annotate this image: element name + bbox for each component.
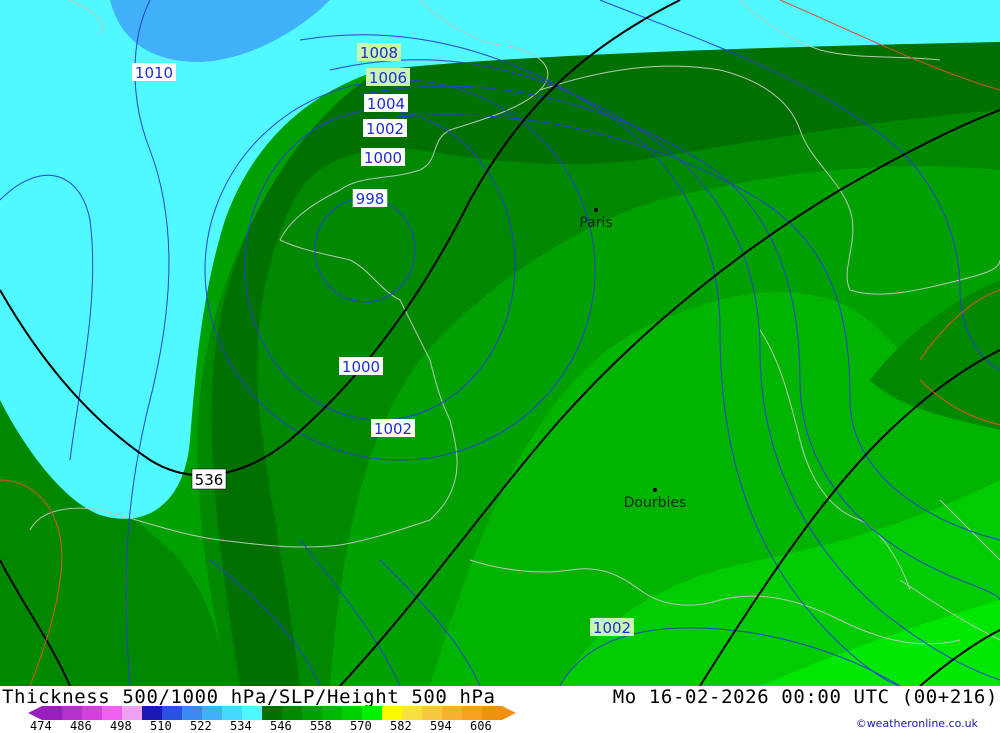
isobar-label-text: 1010 bbox=[135, 64, 173, 82]
legend-tick-label: 498 bbox=[110, 719, 132, 733]
legend-swatch bbox=[182, 706, 202, 720]
legend-swatch bbox=[442, 706, 462, 720]
credit-link[interactable]: ©weatheronline.co.uk bbox=[856, 717, 978, 730]
legend-tick-label: 582 bbox=[390, 719, 412, 733]
legend-swatch bbox=[342, 706, 362, 720]
legend-swatch bbox=[462, 706, 482, 720]
legend-swatch bbox=[82, 706, 102, 720]
legend-tick-label: 594 bbox=[430, 719, 452, 733]
legend-tick-label: 510 bbox=[150, 719, 172, 733]
color-legend bbox=[28, 706, 516, 720]
thickness-map: 101010081006100410021000998100010021002 … bbox=[0, 0, 1000, 686]
isobar-label: 1000 bbox=[339, 357, 383, 376]
legend-swatch bbox=[42, 706, 62, 720]
city-label: Paris bbox=[579, 215, 612, 231]
isobar-label-text: 998 bbox=[356, 190, 385, 208]
legend-swatch bbox=[382, 706, 402, 720]
legend-tick-label: 534 bbox=[230, 719, 252, 733]
height-label: 536 bbox=[191, 468, 227, 490]
legend-swatch bbox=[322, 706, 342, 720]
isobar-label: 1008 bbox=[357, 43, 401, 62]
legend-swatch bbox=[362, 706, 382, 720]
height-label-text: 536 bbox=[195, 471, 224, 489]
legend-swatch bbox=[242, 706, 262, 720]
legend-arrow-left-icon bbox=[28, 706, 42, 720]
isobar-label: 1000 bbox=[361, 148, 405, 167]
isobar-label-text: 1006 bbox=[369, 69, 407, 87]
legend-tick-label: 606 bbox=[470, 719, 492, 733]
legend-swatch bbox=[122, 706, 142, 720]
isobar-label-text: 1002 bbox=[374, 420, 412, 438]
isobar-label-text: 1000 bbox=[364, 149, 402, 167]
map-title: Thickness 500/1000 hPa/SLP/Height 500 hP… bbox=[2, 686, 496, 708]
map-footer: Thickness 500/1000 hPa/SLP/Height 500 hP… bbox=[0, 686, 1000, 733]
legend-swatch bbox=[422, 706, 442, 720]
legend-arrow-right-icon bbox=[502, 706, 516, 720]
legend-swatch bbox=[162, 706, 182, 720]
legend-tick-label: 570 bbox=[350, 719, 372, 733]
legend-tick-label: 558 bbox=[310, 719, 332, 733]
legend-swatch bbox=[222, 706, 242, 720]
legend-tick-label: 546 bbox=[270, 719, 292, 733]
isobar-label: 1002 bbox=[371, 419, 415, 438]
isobar-label-text: 1002 bbox=[366, 120, 404, 138]
legend-swatch bbox=[262, 706, 282, 720]
legend-swatch bbox=[142, 706, 162, 720]
map-datetime: Mo 16-02-2026 00:00 UTC (00+216) bbox=[612, 686, 998, 708]
isobar-label: 1004 bbox=[364, 94, 408, 113]
legend-ticks: 474 486 498 510 522 534 546 558 570 582 594 606 bbox=[30, 719, 510, 733]
city-label: Dourbies bbox=[624, 495, 687, 511]
isobar-label-text: 1008 bbox=[360, 44, 398, 62]
isobar-label-text: 1004 bbox=[367, 95, 405, 113]
isobar-label: 1002 bbox=[590, 618, 634, 637]
isobar-label: 1010 bbox=[132, 63, 176, 82]
isobar-label: 998 bbox=[352, 189, 388, 208]
legend-swatch bbox=[282, 706, 302, 720]
legend-swatch bbox=[102, 706, 122, 720]
weather-map-page: 1010 1008 1006 1004 1002 1000 998 1000 1002 1002 … bbox=[0, 0, 1000, 733]
legend-tick-label: 486 bbox=[70, 719, 92, 733]
legend-tick-label: 522 bbox=[190, 719, 212, 733]
legend-swatch bbox=[482, 706, 502, 720]
isobar-label-text: 1000 bbox=[342, 358, 380, 376]
legend-tick-label: 474 bbox=[30, 719, 52, 733]
legend-swatch bbox=[402, 706, 422, 720]
legend-swatch bbox=[62, 706, 82, 720]
isobar-label: 1006 bbox=[366, 68, 410, 87]
legend-swatch bbox=[202, 706, 222, 720]
isobar-label: 1002 bbox=[363, 119, 407, 138]
isobar-label-text: 1002 bbox=[593, 619, 631, 637]
city-marker-icon bbox=[653, 488, 657, 492]
legend-swatch bbox=[302, 706, 322, 720]
city-marker-icon bbox=[594, 208, 598, 212]
